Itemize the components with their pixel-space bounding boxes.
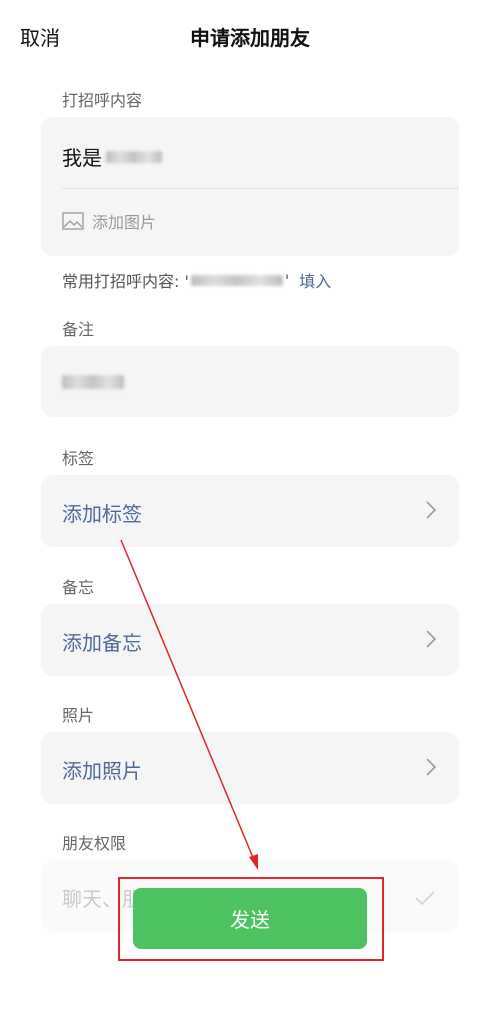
- add-photos-label: 添加照片: [62, 759, 142, 783]
- tags-section-label: 标签: [62, 449, 95, 468]
- fill-in-link[interactable]: 填入: [299, 268, 331, 292]
- photos-section-label: 照片: [62, 706, 95, 725]
- add-tags-row[interactable]: 添加标签: [41, 475, 459, 547]
- image-icon: [62, 212, 84, 230]
- card-divider: [62, 188, 459, 189]
- send-button[interactable]: 发送: [133, 888, 367, 949]
- common-greeting-row: 常用打招呼内容: ' ' 填入: [62, 268, 331, 292]
- memo-section-label: 备忘: [62, 578, 95, 597]
- page-title: 申请添加朋友: [190, 26, 310, 50]
- remark-input[interactable]: [41, 346, 459, 417]
- add-tags-label: 添加标签: [62, 502, 142, 526]
- add-memo-row[interactable]: 添加备忘: [41, 604, 459, 676]
- add-photos-row[interactable]: 添加照片: [41, 732, 459, 804]
- redacted-common-greeting: [190, 274, 283, 286]
- checkmark-icon: [415, 891, 435, 906]
- remark-section-label: 备注: [62, 320, 95, 339]
- permissions-section-label: 朋友权限: [62, 834, 127, 853]
- greeting-input[interactable]: 我是: [62, 142, 162, 171]
- chevron-right-icon: [426, 630, 437, 648]
- greeting-section-label: 打招呼内容: [62, 91, 143, 110]
- greeting-prefix: 我是: [62, 146, 102, 170]
- add-image-label: 添加图片: [92, 213, 157, 232]
- redacted-remark: [62, 375, 124, 389]
- common-greeting-prefix: 常用打招呼内容: ': [62, 272, 189, 291]
- chevron-right-icon: [426, 501, 437, 519]
- common-greeting-suffix: ': [284, 270, 290, 290]
- chevron-right-icon: [426, 758, 437, 776]
- greeting-card: 我是 添加图片: [41, 117, 459, 256]
- add-image-button[interactable]: 添加图片: [62, 209, 156, 233]
- top-bar: 取消 申请添加朋友: [0, 0, 500, 72]
- redacted-name: [106, 150, 162, 163]
- add-memo-label: 添加备忘: [62, 631, 142, 655]
